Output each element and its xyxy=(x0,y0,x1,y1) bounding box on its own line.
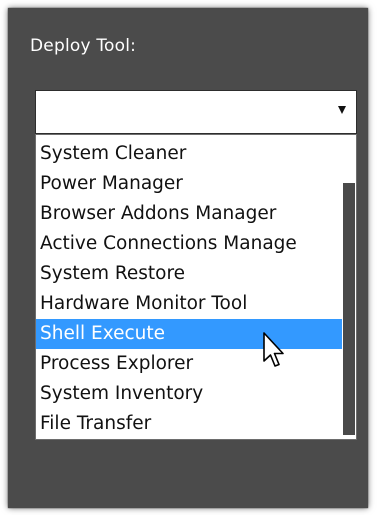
deploy-tool-select[interactable] xyxy=(35,90,357,134)
dropdown-option-process-explorer[interactable]: Process Explorer xyxy=(36,349,342,379)
dropdown-option-active-connections-manager[interactable]: Active Connections Manage xyxy=(36,229,342,259)
dropdown-option-system-inventory[interactable]: System Inventory xyxy=(36,379,342,409)
dropdown-scrollbar[interactable] xyxy=(342,135,356,439)
deploy-tool-dropdown-list: System Cleaner Power Manager Browser Add… xyxy=(35,134,357,440)
dropdown-option-file-transfer[interactable]: File Transfer xyxy=(36,409,342,439)
dropdown-options: System Cleaner Power Manager Browser Add… xyxy=(36,139,342,439)
dropdown-option-system-restore[interactable]: System Restore xyxy=(36,259,342,289)
dropdown-option-system-cleaner[interactable]: System Cleaner xyxy=(36,139,342,169)
mouse-pointer-icon xyxy=(263,332,284,367)
dropdown-scrollbar-thumb[interactable] xyxy=(343,183,355,435)
dropdown-option-hardware-monitor-tool[interactable]: Hardware Monitor Tool xyxy=(36,289,342,319)
dropdown-option-browser-addons-manager[interactable]: Browser Addons Manager xyxy=(36,199,342,229)
window-frame: Deploy Tool: System Cleaner Power Manage… xyxy=(0,0,377,515)
chevron-down-icon[interactable] xyxy=(338,106,346,114)
deploy-tool-label: Deploy Tool: xyxy=(30,36,137,56)
dropdown-option-power-manager[interactable]: Power Manager xyxy=(36,169,342,199)
dropdown-option-shell-execute[interactable]: Shell Execute xyxy=(36,319,342,349)
